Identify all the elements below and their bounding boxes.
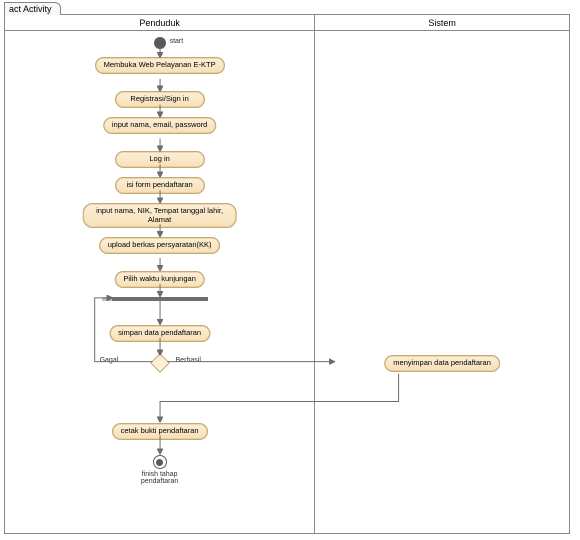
- frame-tab: act Activity: [4, 2, 61, 15]
- final-node: [153, 455, 167, 469]
- activity-print: cetak bukti pendaftaran: [112, 423, 208, 440]
- final-node-inner: [156, 459, 163, 466]
- activity-open-web: Membuka Web Pelayanan E-KTP: [95, 57, 225, 74]
- activity-login: Log in: [115, 151, 205, 168]
- swimlane-sistem: Sistem menyimpan data pendaftaran: [315, 15, 569, 533]
- activity-save: simpan data pendaftaran: [109, 325, 210, 342]
- activity-fill-form: isi form pendaftaran: [115, 177, 205, 194]
- activity-pick-time: Pilih waktu kunjungan: [114, 271, 205, 288]
- activity-system-save: menyimpan data pendaftaran: [384, 355, 500, 372]
- fork-bar: [112, 297, 208, 301]
- activity-register: Registrasi/Sign in: [115, 91, 205, 108]
- activity-input-reg: input nama, email, password: [103, 117, 216, 134]
- initial-node: [154, 37, 166, 49]
- finish-label: finish tahap pendaftaran: [141, 471, 178, 485]
- swimlane-penduduk: Penduduk start Membuka Web Pelayanan E-K…: [5, 15, 315, 533]
- activity-input-data: input nama, NIK, Tempat tanggal lahir, A…: [82, 203, 237, 228]
- decision-node: [150, 353, 170, 373]
- guard-gagal: Gagal: [100, 357, 119, 364]
- diagram-frame: Penduduk start Membuka Web Pelayanan E-K…: [4, 14, 570, 534]
- start-label: start: [170, 38, 184, 45]
- guard-berhasil: Berhasil: [176, 357, 201, 364]
- lane-header-sistem: Sistem: [315, 15, 569, 31]
- lane-header-penduduk: Penduduk: [5, 15, 314, 31]
- activity-upload: upload berkas persyaratan(KK): [99, 237, 221, 254]
